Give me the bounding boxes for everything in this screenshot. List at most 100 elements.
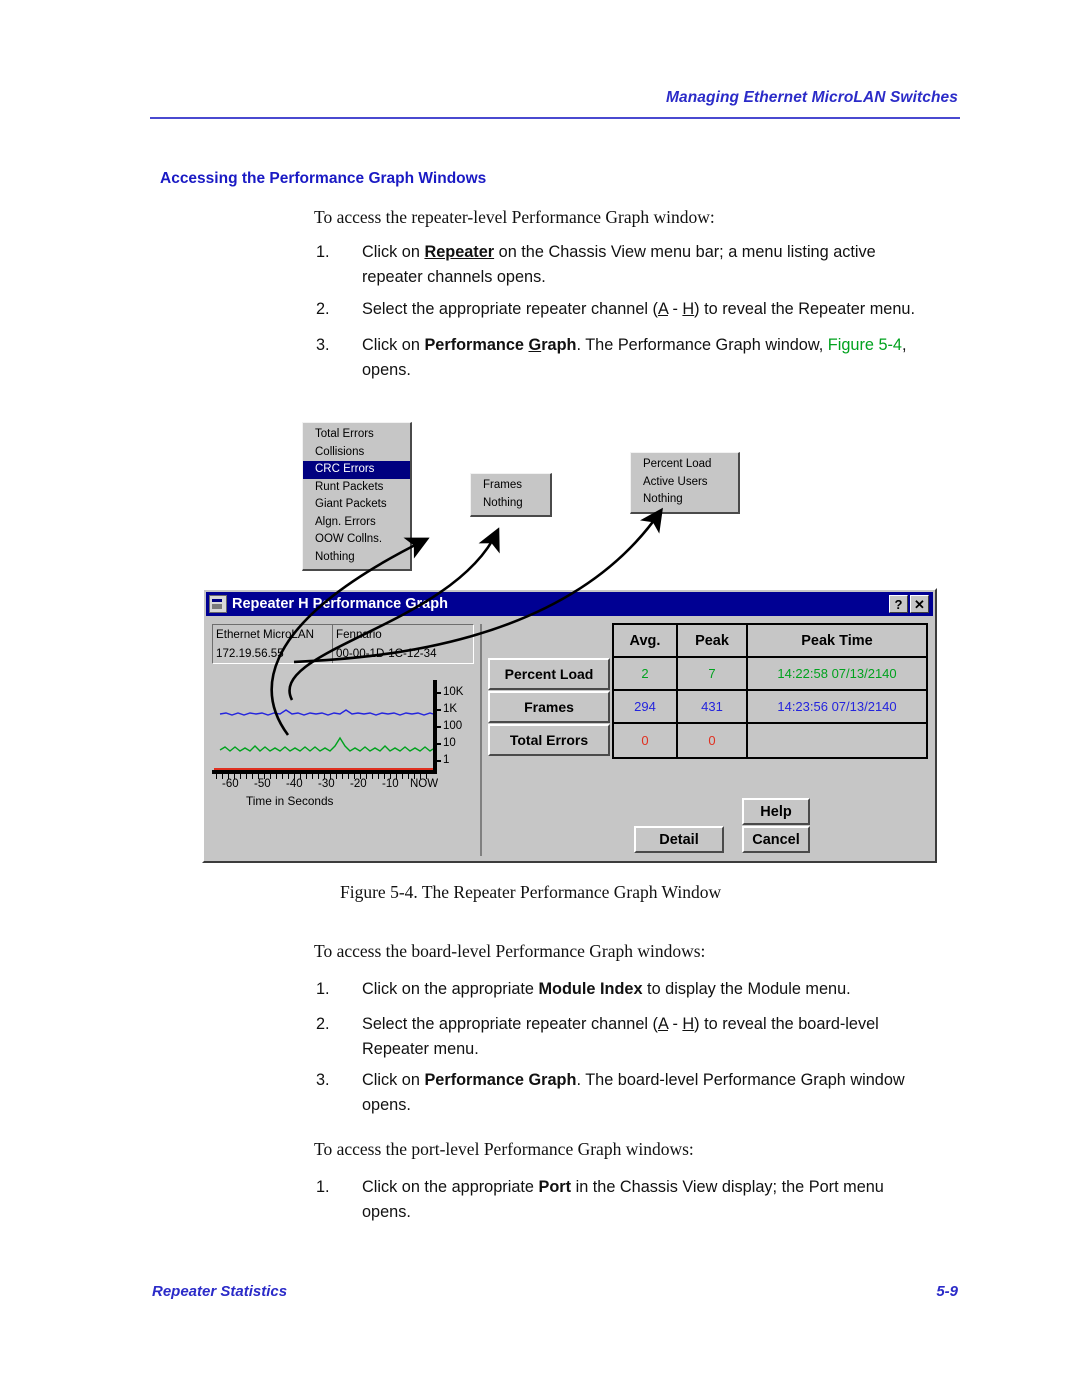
text-fragment: - <box>667 300 683 318</box>
text-fragment: . The Performance Graph window, <box>576 336 828 354</box>
total-errors-button[interactable]: Total Errors <box>488 724 610 756</box>
list-item-3-1: 1. Click on the appropriate Port in the … <box>316 1175 936 1225</box>
menu-item-giant-packets[interactable]: Giant Packets <box>303 496 410 514</box>
footer-section-name: Repeater Statistics <box>152 1283 288 1300</box>
cancel-button[interactable]: Cancel <box>742 826 810 853</box>
window-app-icon <box>209 595 227 613</box>
list-item-2-3: 3. Click on Performance Graph. The board… <box>316 1068 956 1118</box>
frames-peak-time: 14:23:56 07/13/2140 <box>777 699 897 714</box>
lead-paragraph-port: To access the port-level Performance Gra… <box>314 1139 694 1159</box>
detail-button[interactable]: Detail <box>634 826 724 853</box>
performance-chart: 10K 1K 100 10 1 -60 -50 -40 -30 -20 -10 … <box>212 680 474 812</box>
menu-item-nothing[interactable]: Nothing <box>303 549 410 567</box>
y-tick <box>433 726 441 728</box>
list-text: Select the appropriate repeater channel … <box>362 1012 936 1062</box>
y-tick <box>433 692 441 694</box>
channel-a: A <box>657 300 668 318</box>
y-tick-label-10k: 10K <box>443 686 464 698</box>
channel-h: H <box>682 1015 695 1033</box>
column-header-peak: Peak <box>678 625 748 656</box>
device-name-cell: Fennario <box>336 628 382 641</box>
titlebar-button-group: ? ✕ <box>889 595 929 613</box>
text-fragment: Click on the appropriate <box>362 1178 539 1196</box>
text-fragment: Click on <box>362 336 425 354</box>
performance-graph-dialog: Repeater H Performance Graph ? ✕ Etherne… <box>202 588 937 863</box>
menu-item-runt-packets[interactable]: Runt Packets <box>303 479 410 497</box>
y-tick <box>433 743 441 745</box>
menu-item-algn-errors[interactable]: Algn. Errors <box>303 514 410 532</box>
channel-h: H <box>682 300 695 318</box>
text-fragment: ) to reveal the Repeater menu. <box>694 300 915 318</box>
list-number: 1. <box>316 243 330 261</box>
table-row: 2 7 14:22:58 07/13/2140 <box>614 658 926 691</box>
header-rule <box>150 117 960 119</box>
bold-mnemonic: G <box>528 336 542 354</box>
frames-peak: 431 <box>678 691 748 722</box>
figure-caption: Figure 5-4. The Repeater Performance Gra… <box>340 882 722 902</box>
list-number: 3. <box>316 1071 330 1089</box>
x-tick-label-30: -30 <box>318 778 335 790</box>
panel-divider <box>480 624 482 856</box>
table-header-row: Avg. Peak Peak Time <box>614 625 926 658</box>
table-row: 0 0 <box>614 724 926 757</box>
text-fragment: to display the Module menu. <box>642 980 851 998</box>
list-number: 1. <box>316 1178 330 1196</box>
bold-term: Performance Graph <box>424 1071 577 1089</box>
ip-address-cell: 172.19.56.55 <box>213 644 333 663</box>
list-text: Click on Repeater on the Chassis View me… <box>362 240 916 290</box>
text-fragment: - <box>667 1015 683 1033</box>
list-text: Select the appropriate repeater channel … <box>362 297 956 322</box>
menu-item-frames[interactable]: Frames <box>471 477 550 495</box>
popup-menu-total-errors[interactable]: Total Errors Collisions CRC Errors Runt … <box>302 422 412 571</box>
bold-term: raph <box>541 336 577 354</box>
bold-term: Module Index <box>538 980 643 998</box>
text-fragment: Click on <box>362 243 425 261</box>
list-text: Click on the appropriate Port in the Cha… <box>362 1175 936 1225</box>
list-item-1-2: 2. Select the appropriate repeater chann… <box>316 297 956 322</box>
dialog-titlebar: Repeater H Performance Graph ? ✕ <box>206 592 933 616</box>
list-item-1-1: 1. Click on Repeater on the Chassis View… <box>316 240 916 290</box>
percent-load-peak: 7 <box>678 658 748 689</box>
menu-item-oow-collns[interactable]: OOW Collns. <box>303 531 410 549</box>
text-fragment: Select the appropriate repeater channel … <box>362 300 658 318</box>
close-icon[interactable]: ✕ <box>910 595 929 613</box>
frames-button[interactable]: Frames <box>488 691 610 723</box>
y-tick <box>433 709 441 711</box>
device-type-cell: Ethernet MicroLAN <box>213 625 333 644</box>
x-tick-label-40: -40 <box>286 778 303 790</box>
help-button[interactable]: Help <box>742 798 810 825</box>
x-tick-label-60: -60 <box>222 778 239 790</box>
y-tick-label-100: 100 <box>443 720 463 732</box>
statistics-table: Avg. Peak Peak Time 2 7 14:22:58 07/13/2… <box>612 623 928 759</box>
menu-item-crc-errors[interactable]: CRC Errors <box>303 461 410 479</box>
popup-menu-frames[interactable]: Frames Nothing <box>470 473 552 517</box>
x-tick-label-now: NOW <box>410 778 439 790</box>
text-fragment: Select the appropriate repeater channel … <box>362 1015 658 1033</box>
list-text: Click on the appropriate Module Index to… <box>362 977 956 1002</box>
column-header-avg: Avg. <box>614 625 678 656</box>
mac-address-cell: 00-00-1D-1C-12-34 <box>336 647 437 660</box>
table-row: 294 431 14:23:56 07/13/2140 <box>614 691 926 724</box>
menu-item-percent-load[interactable]: Percent Load <box>631 456 738 474</box>
y-tick-label-1k: 1K <box>443 703 458 715</box>
figure-cross-reference[interactable]: Figure 5-4 <box>828 336 902 354</box>
menu-item-total-errors[interactable]: Total Errors <box>303 426 410 444</box>
help-icon[interactable]: ? <box>889 595 908 613</box>
percent-load-button[interactable]: Percent Load <box>488 658 610 690</box>
list-number: 2. <box>316 300 330 318</box>
percent-load-avg: 2 <box>614 658 678 689</box>
menu-item-nothing[interactable]: Nothing <box>631 491 738 509</box>
text-fragment: Click on the appropriate <box>362 980 539 998</box>
menu-item-collisions[interactable]: Collisions <box>303 444 410 462</box>
list-text: Click on Performance Graph. The board-le… <box>362 1068 956 1118</box>
lead-paragraph-board: To access the board-level Performance Gr… <box>314 941 706 961</box>
list-number: 2. <box>316 1015 330 1033</box>
bold-term: Performance <box>424 336 529 354</box>
total-errors-peak-time <box>748 724 926 757</box>
menu-item-nothing[interactable]: Nothing <box>471 495 550 513</box>
list-text: Click on Performance Graph. The Performa… <box>362 333 956 383</box>
dialog-title: Repeater H Performance Graph <box>232 596 448 612</box>
popup-menu-percent-load[interactable]: Percent Load Active Users Nothing <box>630 452 740 514</box>
text-fragment: Click on <box>362 1071 425 1089</box>
menu-item-active-users[interactable]: Active Users <box>631 474 738 492</box>
